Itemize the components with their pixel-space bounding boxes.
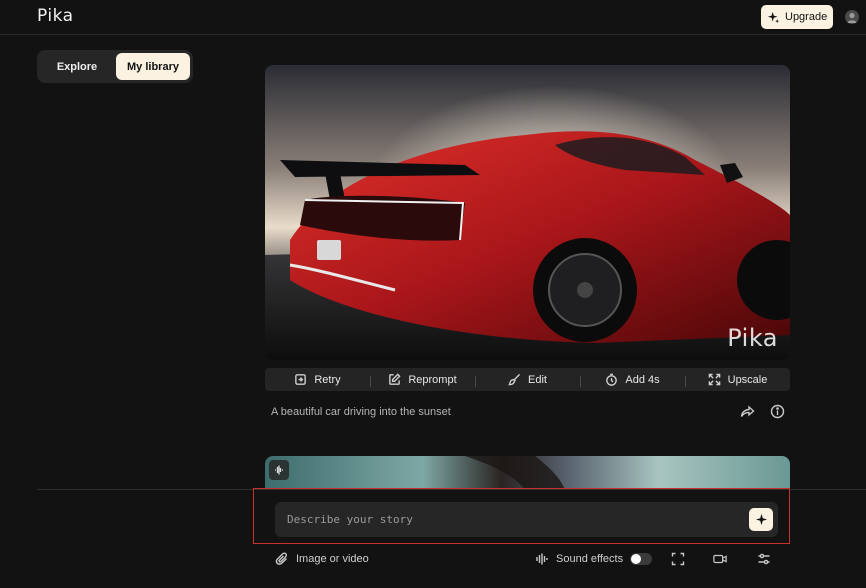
prompt-box [275,502,778,537]
brush-icon [508,373,521,386]
sliders-icon [758,553,770,564]
user-icon [847,12,857,23]
video-preview[interactable]: Pika [265,65,790,360]
add-4s-button[interactable]: Add 4s [580,373,685,387]
video-watermark: Pika [727,324,778,352]
attach-image-or-video-button[interactable]: Image or video [275,550,369,567]
generate-button[interactable] [749,508,773,531]
timer-plus-icon [606,373,618,386]
settings-button[interactable] [757,550,771,567]
sparkle-icon [767,11,780,23]
video-type-badge [269,460,289,480]
sound-effects-control[interactable]: Sound effects [535,550,653,567]
frame-icon [671,552,685,565]
share-icon [740,405,755,417]
add-4s-label: Add 4s [625,373,660,386]
top-bar: Pika Upgrade [0,0,866,35]
pika-logo[interactable]: Pika [37,6,74,26]
retry-label: Retry [314,373,341,386]
reprompt-label: Reprompt [408,373,457,386]
edit-square-icon [389,373,401,385]
edit-button[interactable]: Edit [475,373,580,387]
prompt-input[interactable] [275,502,735,537]
tab-my-library[interactable]: My library [116,53,190,80]
library-tabs: Explore My library [37,50,193,83]
tab-explore[interactable]: Explore [40,53,114,80]
video-camera-icon [713,554,727,563]
sound-effects-label: Sound effects [556,552,624,565]
paperclip-icon [275,552,288,565]
upscale-label: Upscale [727,373,768,386]
info-button[interactable] [770,404,785,419]
camera-control-button[interactable] [713,550,727,567]
sound-wave-icon [275,465,283,475]
attach-label: Image or video [296,552,369,565]
edit-label: Edit [528,373,547,386]
retry-button[interactable]: Retry [265,373,370,386]
upgrade-label: Upgrade [785,11,828,23]
video-action-bar: Retry Reprompt Edit Add 4s Upscale [265,368,790,391]
second-video-thumbnail [265,456,790,490]
sound-effects-toggle[interactable] [630,552,653,565]
car-video-thumbnail [265,65,790,360]
sparkle-icon [755,513,767,526]
upgrade-button[interactable]: Upgrade [761,5,833,29]
expand-icon [708,373,720,386]
info-icon [770,404,785,419]
video-preview-2[interactable] [265,456,790,490]
sound-wave-icon [536,553,548,564]
retry-icon [295,374,307,385]
video-caption: A beautiful car driving into the sunset [271,406,451,418]
share-button[interactable] [740,404,755,419]
reprompt-button[interactable]: Reprompt [370,373,475,387]
upscale-button[interactable]: Upscale [685,373,790,387]
aspect-ratio-button[interactable] [671,550,685,567]
avatar[interactable] [845,10,859,24]
